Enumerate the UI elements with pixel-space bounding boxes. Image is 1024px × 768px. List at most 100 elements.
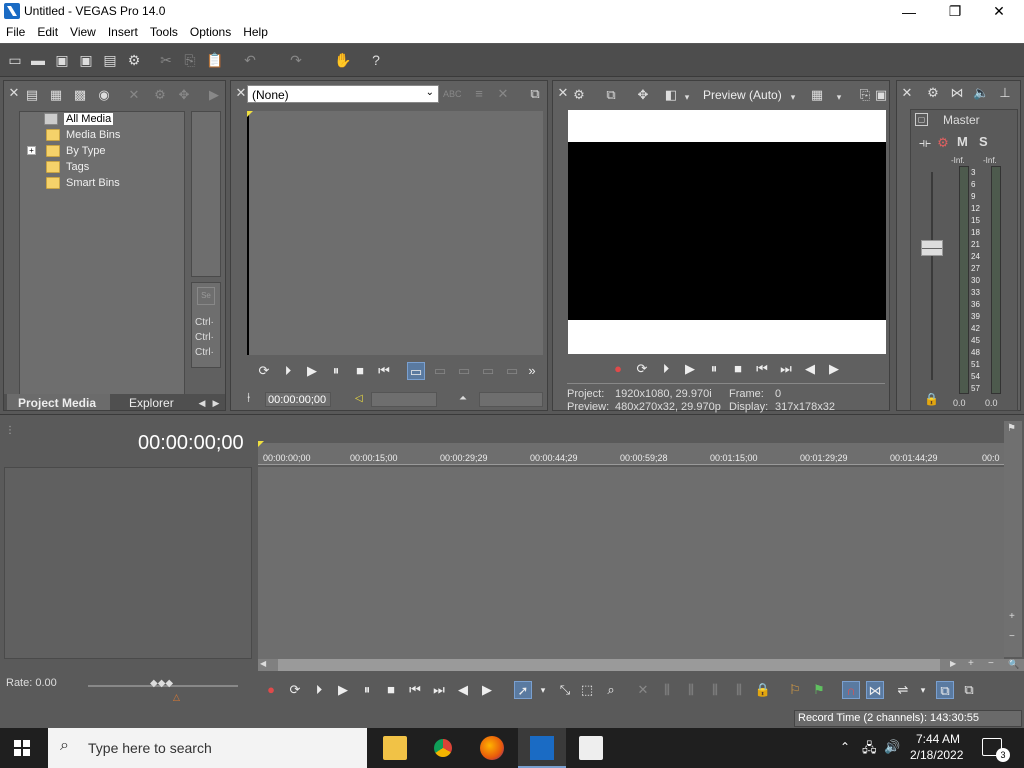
menu-view[interactable]: View: [64, 23, 102, 43]
selection-tool-icon[interactable]: ⬚: [578, 681, 596, 699]
preview-quality-dropdown[interactable]: Preview (Auto): [703, 88, 782, 102]
menu-insert[interactable]: Insert: [102, 23, 144, 43]
preview-fx-icon[interactable]: ✥: [635, 87, 651, 103]
import-media-icon[interactable]: ▤: [24, 87, 40, 103]
external-monitor-icon[interactable]: ⧉: [603, 87, 619, 103]
open-folder-icon[interactable]: ▬: [30, 52, 46, 68]
lock-envelopes-icon[interactable]: ⧉: [936, 681, 954, 699]
windows-start-icon[interactable]: [14, 740, 30, 756]
zoom-tool-icon[interactable]: 🔍: [1008, 659, 1019, 670]
play-from-start-icon[interactable]: ⏵: [310, 681, 328, 699]
menu-tools[interactable]: Tools: [144, 23, 184, 43]
save-icon[interactable]: ▣: [54, 52, 70, 68]
auto-crossfade-icon[interactable]: ⋈: [866, 681, 884, 699]
go-to-start-icon[interactable]: ⏮: [406, 681, 424, 699]
zoom-out-horizontal-icon[interactable]: −: [988, 658, 994, 669]
play-from-start-icon[interactable]: ⏵: [657, 360, 675, 378]
go-to-end-icon[interactable]: ⏭: [777, 360, 795, 378]
snapping-magnet-icon[interactable]: ∩: [842, 681, 860, 699]
panel-close-icon[interactable]: ✕: [899, 85, 915, 101]
play-from-start-icon[interactable]: ⏵: [279, 362, 297, 380]
downmix-icon[interactable]: ⋈: [949, 85, 965, 101]
close-button[interactable]: ✕: [976, 0, 1022, 23]
fx-settings-icon[interactable]: ⚙: [935, 135, 951, 151]
search-box-icon[interactable]: Se: [197, 287, 215, 305]
panel-close-icon[interactable]: ✕: [6, 85, 22, 101]
clapperboard-app-icon[interactable]: [579, 736, 603, 760]
render-icon[interactable]: ▤: [102, 52, 118, 68]
remove-media-icon[interactable]: ✕: [126, 87, 142, 103]
media-properties-icon[interactable]: ⚙: [152, 87, 168, 103]
chevron-down-icon[interactable]: ▾: [785, 89, 801, 105]
mixer-gear-icon[interactable]: ⚙: [925, 85, 941, 101]
trimmer-timecode[interactable]: 00:00:00;00: [265, 392, 331, 407]
tab-explorer[interactable]: Explorer: [129, 396, 174, 410]
redo-icon[interactable]: ↷: [288, 52, 304, 68]
trim-start-icon[interactable]: ⫼: [682, 681, 700, 699]
record-icon[interactable]: ●: [262, 681, 280, 699]
chevron-down-icon[interactable]: ▾: [831, 89, 847, 105]
chevron-down-icon[interactable]: ▾: [534, 681, 552, 699]
get-media-icon[interactable]: ▩: [72, 87, 88, 103]
menu-file[interactable]: File: [0, 23, 31, 43]
mixer-options-icon[interactable]: ⊥: [997, 85, 1013, 101]
play-icon[interactable]: ▶: [681, 360, 699, 378]
more-overflow-icon[interactable]: »: [523, 362, 541, 380]
trimmer-options-icon[interactable]: ⧉: [527, 86, 543, 102]
tree-item-media-bins[interactable]: Media Bins: [46, 127, 120, 143]
paste-icon[interactable]: 📋: [206, 52, 223, 68]
file-explorer-icon[interactable]: [383, 736, 407, 760]
stop-icon[interactable]: ■: [351, 362, 369, 380]
add-to-timeline-icon[interactable]: ▭: [431, 362, 449, 380]
network-icon[interactable]: 🖧: [862, 739, 877, 761]
play-preview-icon[interactable]: ▶: [206, 87, 222, 103]
copy-snapshot-icon[interactable]: ⎘: [857, 87, 873, 103]
tab-project-media[interactable]: Project Media: [18, 396, 96, 410]
new-file-icon[interactable]: ▭: [7, 52, 23, 68]
zoom-tool-icon[interactable]: ⌕: [602, 681, 620, 699]
marker-flag-icon[interactable]: ⚑: [1007, 423, 1016, 434]
go-to-end-icon[interactable]: ⏭: [430, 681, 448, 699]
menu-edit[interactable]: Edit: [31, 23, 64, 43]
scroll-right-icon[interactable]: ▶: [950, 659, 956, 668]
drag-handle-icon[interactable]: ⋮: [5, 425, 15, 436]
vegas-taskbar-button[interactable]: [518, 728, 566, 768]
chevron-down-icon[interactable]: ▾: [679, 89, 695, 105]
next-frame-icon[interactable]: ▶: [478, 681, 496, 699]
stop-icon[interactable]: ■: [729, 360, 747, 378]
undo-icon[interactable]: ↶: [242, 52, 258, 68]
panel-close-icon[interactable]: ✕: [555, 85, 571, 101]
master-toggle-icon[interactable]: ▢: [915, 113, 928, 126]
trim-icon[interactable]: ⫼: [658, 681, 676, 699]
trimmer-mode-icon[interactable]: ▭: [407, 362, 425, 380]
firefox-icon[interactable]: [480, 736, 504, 760]
capture-video-icon[interactable]: ▦: [48, 87, 64, 103]
lock-icon[interactable]: 🔒: [924, 392, 939, 406]
scroll-left-icon[interactable]: ◀: [260, 659, 266, 668]
next-frame-icon[interactable]: ▶: [825, 360, 843, 378]
menu-help[interactable]: Help: [237, 23, 274, 43]
previous-frame-icon[interactable]: ◀: [454, 681, 472, 699]
insert-marker-icon[interactable]: ⚐: [786, 681, 804, 699]
mute-button[interactable]: M: [957, 134, 968, 149]
spellcheck-icon[interactable]: ABC: [443, 86, 462, 102]
trimmer-remove-icon[interactable]: ✕: [495, 86, 511, 102]
trimmer-duration-field[interactable]: [479, 392, 543, 407]
volume-icon[interactable]: 🔊: [884, 739, 900, 755]
tab-scroll-right-icon[interactable]: ▶: [208, 395, 224, 411]
clock-date[interactable]: 2/18/2022: [910, 748, 963, 762]
loop-playback-icon[interactable]: ⟳: [286, 681, 304, 699]
save-as-icon[interactable]: ▣: [78, 52, 94, 68]
copy-icon[interactable]: ⎘: [182, 52, 198, 68]
ignore-event-grouping-icon[interactable]: ⧉: [960, 681, 978, 699]
envelope-tool-icon[interactable]: ⤡: [556, 681, 574, 699]
fx-plug-icon[interactable]: ⟛: [917, 135, 933, 151]
cut-icon[interactable]: ✂: [158, 52, 174, 68]
expand-by-type-button[interactable]: +: [27, 146, 36, 155]
add-before-icon[interactable]: ▭: [455, 362, 473, 380]
rate-slider-handle[interactable]: ◆◆◆: [150, 678, 173, 689]
trim-end-icon[interactable]: ⫼: [706, 681, 724, 699]
pause-icon[interactable]: ⏸: [705, 360, 723, 378]
split-icon[interactable]: ⫼: [730, 681, 748, 699]
trimmer-media-dropdown[interactable]: (None) ⌄: [247, 85, 439, 103]
